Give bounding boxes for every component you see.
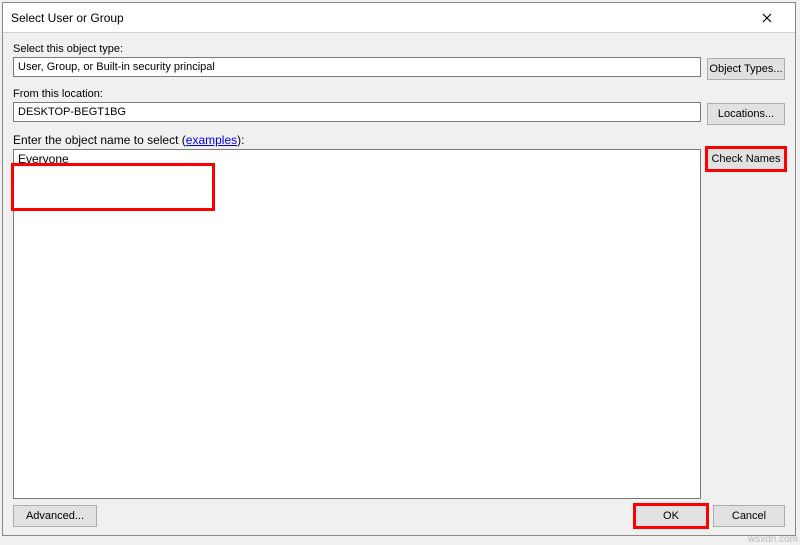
dialog-content: Select this object type: User, Group, or… (3, 33, 795, 535)
examples-link[interactable]: examples (186, 133, 237, 147)
object-name-value: Everyone (18, 152, 69, 166)
advanced-button[interactable]: Advanced... (13, 505, 97, 527)
window-title: Select User or Group (11, 11, 124, 25)
location-row: From this location: DESKTOP-BEGT1BG Loca… (13, 88, 785, 125)
ok-button[interactable]: OK (635, 505, 707, 527)
object-name-label: Enter the object name to select (example… (13, 133, 701, 147)
object-type-input[interactable]: User, Group, or Built-in security princi… (13, 57, 701, 77)
location-input[interactable]: DESKTOP-BEGT1BG (13, 102, 701, 122)
location-label: From this location: (13, 88, 701, 100)
object-type-button-col: Object Types... (707, 43, 785, 80)
object-type-label: Select this object type: (13, 43, 701, 55)
object-type-field: Select this object type: User, Group, or… (13, 43, 701, 77)
location-field: From this location: DESKTOP-BEGT1BG (13, 88, 701, 122)
check-names-button[interactable]: Check Names (707, 148, 785, 170)
footer-bar: Advanced... OK Cancel (13, 499, 785, 527)
select-user-group-dialog: Select User or Group Select this object … (2, 2, 796, 536)
check-names-col: Check Names (707, 133, 785, 499)
watermark: wsxdn.com (748, 534, 798, 545)
object-types-button[interactable]: Object Types... (707, 58, 785, 80)
cancel-button[interactable]: Cancel (713, 505, 785, 527)
object-name-section: Enter the object name to select (example… (13, 133, 785, 499)
close-button[interactable] (747, 4, 787, 32)
object-type-row: Select this object type: User, Group, or… (13, 43, 785, 80)
titlebar: Select User or Group (3, 3, 795, 33)
object-name-field: Enter the object name to select (example… (13, 133, 701, 499)
object-name-label-prefix: Enter the object name to select ( (13, 133, 186, 147)
object-name-label-suffix: ): (237, 133, 244, 147)
locations-button[interactable]: Locations... (707, 103, 785, 125)
object-name-input[interactable]: Everyone (13, 149, 701, 499)
location-button-col: Locations... (707, 88, 785, 125)
close-icon (762, 13, 772, 23)
